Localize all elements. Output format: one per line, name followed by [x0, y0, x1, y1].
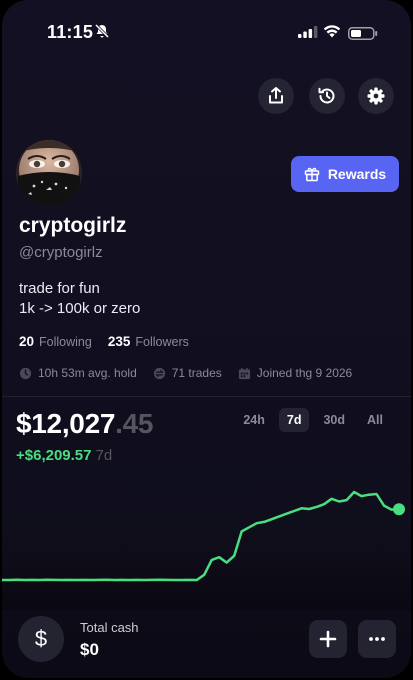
time-range-selector: 24h 7d 30d All [235, 408, 391, 432]
range-30d[interactable]: 30d [315, 408, 353, 432]
trades-icon [153, 367, 165, 379]
portfolio-chart[interactable] [2, 470, 411, 610]
profile-bio: trade for fun 1k -> 100k or zero [19, 279, 140, 319]
follow-stats: 20 Following 235 Followers [19, 334, 189, 349]
total-cash-label: Total cash [80, 620, 139, 635]
balance-cents: .45 [115, 408, 154, 439]
rewards-button[interactable]: Rewards [291, 156, 399, 192]
balance-whole: $12,027 [16, 408, 116, 439]
followers-link[interactable]: 235 Followers [108, 334, 189, 349]
trade-count: 71 trades [153, 366, 222, 380]
clock-icon [19, 367, 32, 379]
avatar-photo [16, 140, 82, 206]
status-bar: 11:15 [2, 0, 411, 60]
avatar[interactable] [16, 140, 82, 206]
share-icon [269, 87, 283, 104]
chart-last-point [393, 503, 405, 516]
trade-count-text: 71 trades [171, 366, 222, 380]
add-button[interactable] [309, 620, 347, 658]
profile-handle: @cryptogirlz [19, 244, 103, 261]
cellular-signal-icon [298, 26, 318, 38]
rewards-label: Rewards [327, 166, 387, 182]
profile-name: cryptogirlz [19, 214, 127, 237]
phone-frame: 11:15 Rewards cryptogirlz @cryptogirlz t… [0, 0, 413, 680]
more-icon [369, 637, 385, 641]
range-all[interactable]: All [359, 408, 391, 432]
more-button[interactable] [358, 620, 396, 658]
bio-line: trade for fun [19, 280, 100, 297]
mute-bell-icon [94, 23, 110, 39]
section-divider [2, 396, 411, 397]
plus-icon [319, 630, 337, 648]
profile-meta: 10h 53m avg. hold 71 trades Joined thg 9… [19, 366, 368, 380]
gift-icon [304, 167, 320, 182]
status-time: 11:15 [47, 22, 94, 42]
change-value: +$6,209.57 [16, 447, 92, 464]
balance-change: +$6,209.57 7d [16, 447, 112, 464]
gear-icon [367, 87, 385, 105]
following-label: Following [39, 335, 92, 349]
following-count: 20 [19, 334, 35, 349]
history-button[interactable] [309, 78, 345, 114]
total-cash-value: $0 [80, 640, 99, 659]
cash-icon: $ [18, 616, 64, 662]
join-date: Joined thg 9 2026 [238, 366, 352, 380]
calendar-icon [238, 367, 250, 379]
bio-line: 1k -> 100k or zero [19, 300, 141, 317]
portfolio-balance: $12,027.45 [16, 408, 153, 440]
range-7d[interactable]: 7d [278, 408, 310, 432]
followers-count: 235 [107, 334, 131, 349]
avg-hold-text: 10h 53m avg. hold [38, 366, 137, 380]
share-button[interactable] [258, 78, 294, 114]
join-date-text: Joined thg 9 2026 [256, 366, 353, 380]
range-24h[interactable]: 24h [235, 408, 273, 432]
history-icon [318, 87, 335, 104]
avg-hold: 10h 53m avg. hold [19, 366, 137, 380]
wifi-icon [323, 25, 341, 38]
battery-icon [348, 27, 378, 40]
followers-label: Followers [135, 335, 189, 349]
settings-button[interactable] [358, 78, 394, 114]
change-period: 7d [95, 447, 113, 464]
following-link[interactable]: 20 Following [19, 334, 92, 349]
profile-screen: 11:15 Rewards cryptogirlz @cryptogirlz t… [2, 0, 411, 678]
